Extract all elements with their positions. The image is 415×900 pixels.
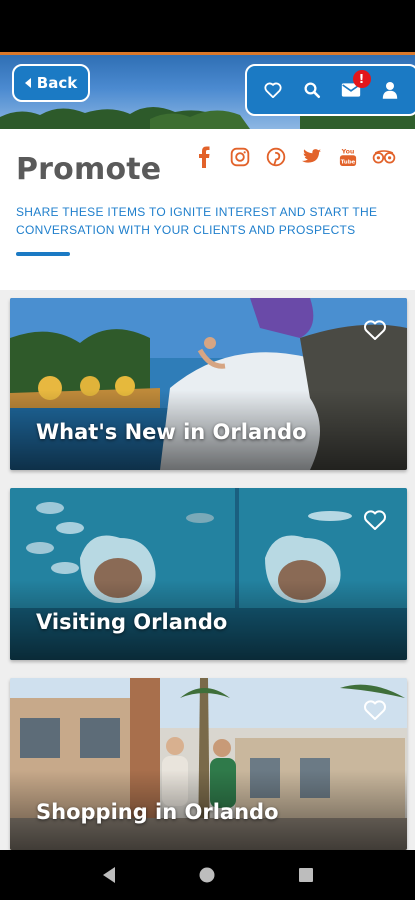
title-underline	[16, 252, 70, 256]
pinterest-icon[interactable]	[264, 145, 288, 169]
instagram-icon[interactable]	[228, 145, 252, 169]
back-button-label: Back	[36, 74, 78, 92]
heart-outline-icon[interactable]	[363, 318, 387, 342]
favorites-heart-icon[interactable]	[259, 76, 287, 104]
youtube-icon[interactable]: You Tube	[336, 145, 360, 169]
card-title: Shopping in Orlando	[36, 800, 279, 824]
system-navigation-bar	[0, 850, 415, 900]
search-icon[interactable]	[298, 76, 326, 104]
svg-text:Tube: Tube	[341, 159, 356, 165]
page-title: Promote	[16, 152, 162, 187]
twitter-icon[interactable]	[300, 145, 324, 169]
recents-square-icon[interactable]	[294, 863, 318, 887]
card-title: Visiting Orlando	[36, 610, 228, 634]
notification-badge: !	[352, 70, 371, 88]
card-title: What's New in Orlando	[36, 420, 307, 444]
home-circle-icon[interactable]	[195, 863, 219, 887]
page-subtitle: SHARE THESE ITEMS TO IGNITE INTEREST AND…	[16, 205, 378, 237]
promo-card-visiting[interactable]: Visiting Orlando	[10, 488, 407, 660]
promo-card-list: What's New in Orlando Visiting Orlando S…	[0, 290, 415, 850]
user-icon[interactable]	[376, 76, 404, 104]
mail-icon[interactable]: !	[337, 70, 371, 104]
back-button[interactable]: Back	[12, 64, 90, 102]
svg-text:You: You	[341, 148, 355, 155]
facebook-icon[interactable]	[192, 145, 216, 169]
back-triangle-icon[interactable]	[97, 863, 121, 887]
status-bar	[0, 0, 415, 52]
promo-card-whats-new[interactable]: What's New in Orlando	[10, 298, 407, 470]
heart-outline-icon[interactable]	[363, 698, 387, 722]
back-arrow-icon	[24, 78, 31, 88]
tripadvisor-icon[interactable]	[372, 145, 396, 169]
header-toolbar: !	[245, 64, 415, 116]
social-icons-row: You Tube	[192, 145, 396, 169]
heart-outline-icon[interactable]	[363, 508, 387, 532]
promo-card-shopping[interactable]: Shopping in Orlando	[10, 678, 407, 850]
